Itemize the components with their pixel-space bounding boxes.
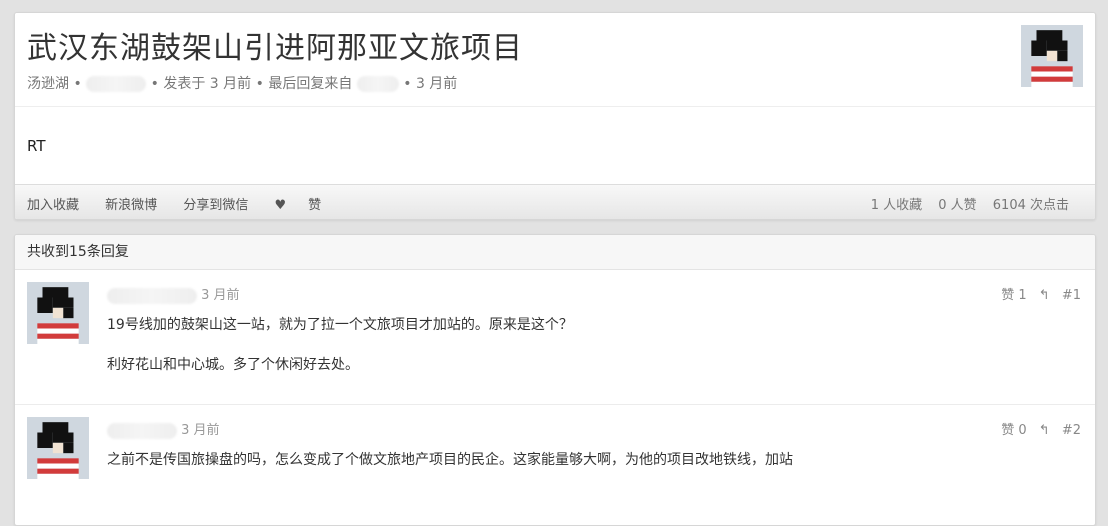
reply-tools: 赞 1 ↰ #1	[993, 284, 1081, 303]
reply-icon[interactable]: ↰	[1039, 288, 1050, 303]
reply-meta: 3 月前	[107, 419, 220, 439]
topic-content: RT	[27, 137, 46, 155]
author-link[interactable]	[86, 76, 147, 92]
reply-time: 3 月前	[181, 423, 220, 438]
reply-item: 3 月前 赞 0 ↰ #2 之前不是传国旅操盘的吗，怎么变成了个做文旅地产项目的…	[15, 405, 1095, 526]
reply-text-line: 19号线加的鼓架山这一站，就为了拉一个文旅项目才加站的。原来是这个？	[107, 317, 573, 333]
reply-floor[interactable]: #2	[1062, 423, 1081, 438]
reply-floor[interactable]: #1	[1062, 288, 1081, 303]
topic-body: RT	[15, 106, 1095, 185]
wechat-share-button[interactable]: 分享到微信	[183, 198, 248, 213]
topic-footer: 加入收藏 新浪微博 分享到微信 ♥ 赞 1 人收藏 0 人赞 6104 次点击	[15, 184, 1095, 219]
topic-node-link[interactable]: 汤逊湖	[27, 76, 69, 92]
last-reply-time: 3 月前	[415, 76, 458, 92]
reply-tools: 赞 0 ↰ #2	[993, 419, 1081, 438]
likes-count: 0 人赞	[938, 198, 977, 213]
posted-time: 发表于 3 月前	[163, 76, 252, 92]
like-label: 赞	[308, 198, 322, 213]
reply-meta: 3 月前	[107, 284, 240, 304]
topic-meta: 汤逊湖 • • 发表于 3 月前 • 最后回复来自 • 3 月前	[27, 73, 457, 93]
topic-stats: 1 人收藏 0 人赞 6104 次点击	[859, 194, 1069, 213]
replies-header: 共收到15条回复	[15, 235, 1095, 270]
last-reply-label: 最后回复来自	[268, 76, 353, 92]
reply-text-line: 利好花山和中心城。多了个休闲好去处。	[107, 357, 359, 373]
reply-time: 3 月前	[201, 288, 240, 303]
last-reply-user[interactable]	[356, 76, 399, 92]
favorite-button[interactable]: 加入收藏	[27, 198, 79, 213]
reply-like-button[interactable]: 赞 0	[1001, 423, 1026, 438]
separator-dot: •	[150, 76, 164, 92]
reply-avatar[interactable]	[27, 417, 89, 479]
topic-actions: 加入收藏 新浪微博 分享到微信 ♥ 赞	[27, 194, 365, 213]
separator-dot: •	[73, 76, 87, 92]
author-avatar[interactable]	[1021, 25, 1083, 87]
separator-dot: •	[403, 76, 416, 92]
reply-text-line: 之前不是传国旅操盘的吗，怎么变成了个做文旅地产项目的民企。这家能量够大啊，为他的…	[107, 452, 793, 468]
reply-like-button[interactable]: 赞 1	[1001, 288, 1026, 303]
like-button[interactable]: ♥ 赞	[274, 198, 343, 213]
topic-card: 武汉东湖鼓架山引进阿那亚文旅项目 汤逊湖 • • 发表于 3 月前 • 最后回复…	[14, 12, 1096, 220]
views-count: 6104 次点击	[992, 198, 1069, 213]
separator-dot: •	[255, 76, 269, 92]
reply-avatar[interactable]	[27, 282, 89, 344]
favorites-count: 1 人收藏	[870, 198, 923, 213]
reply-icon[interactable]: ↰	[1039, 423, 1050, 438]
heart-icon: ♥	[274, 198, 287, 213]
topic-header: 武汉东湖鼓架山引进阿那亚文旅项目 汤逊湖 • • 发表于 3 月前 • 最后回复…	[15, 13, 1095, 106]
reply-author[interactable]	[107, 422, 177, 439]
reply-author[interactable]	[107, 287, 197, 304]
replies-card: 共收到15条回复 3 月前 赞 1 ↰ #1 19号线加的鼓架山这一站，就为了拉…	[14, 234, 1096, 526]
weibo-share-button[interactable]: 新浪微博	[105, 198, 157, 213]
topic-title: 武汉东湖鼓架山引进阿那亚文旅项目	[27, 31, 523, 66]
reply-item: 3 月前 赞 1 ↰ #1 19号线加的鼓架山这一站，就为了拉一个文旅项目才加站…	[15, 270, 1095, 405]
